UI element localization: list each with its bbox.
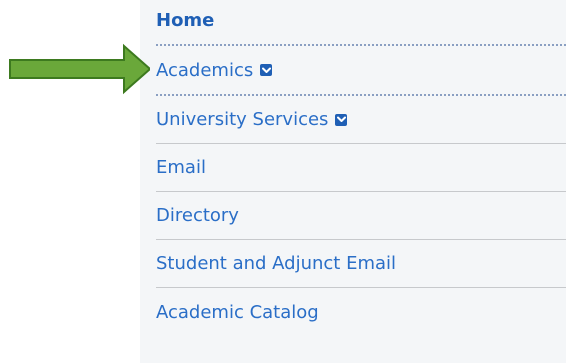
nav-item-university-services[interactable]: University Services [156,96,566,144]
right-arrow-icon [9,43,150,95]
nav-item-label: Home [156,10,215,31]
nav-item-academic-catalog[interactable]: Academic Catalog [156,288,566,336]
nav-item-student-and-adjunct-email[interactable]: Student and Adjunct Email [156,240,566,288]
chevron-down-icon[interactable] [260,64,273,76]
nav-item-label: Email [156,157,206,178]
nav-item-directory[interactable]: Directory [156,192,566,240]
nav-item-home[interactable]: Home [156,0,566,46]
nav-item-label: University Services [156,109,329,130]
nav-panel: Home Academics University Services Email… [140,0,566,363]
nav-item-academics[interactable]: Academics [156,46,566,96]
nav-item-email[interactable]: Email [156,144,566,192]
nav-item-label: Student and Adjunct Email [156,253,397,274]
nav-item-label: Directory [156,205,239,226]
nav-item-label: Academic Catalog [156,301,319,323]
nav-item-label: Academics [156,59,254,81]
chevron-down-icon[interactable] [335,113,348,126]
nav-list: Home Academics University Services Email… [156,0,566,336]
